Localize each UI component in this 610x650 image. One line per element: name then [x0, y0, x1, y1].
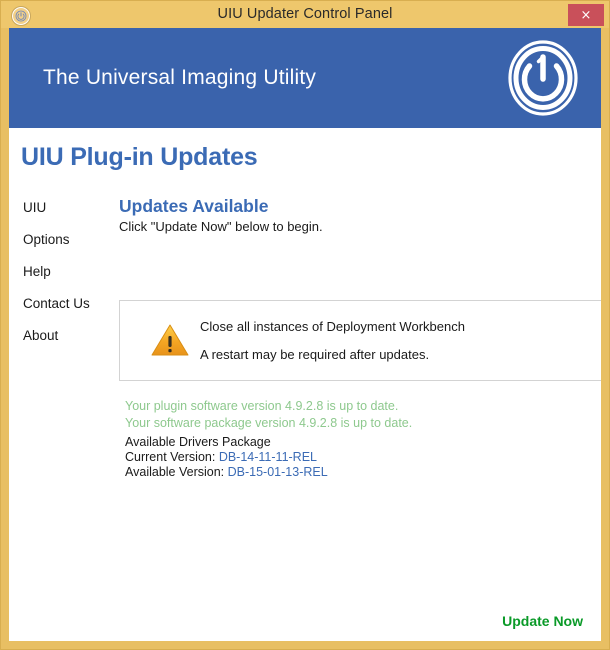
- warning-panel: Close all instances of Deployment Workbe…: [119, 300, 601, 381]
- sidebar-nav: UIU Options Help Contact Us About: [23, 200, 115, 360]
- client-area: The Universal Imaging Utility UIU Plug-i…: [9, 28, 601, 641]
- drivers-package-block: Available Drivers Package Current Versio…: [125, 435, 412, 480]
- current-version-row: Current Version: DB-14-11-11-REL: [125, 450, 412, 465]
- power-button-icon: [11, 6, 31, 26]
- updates-available-heading: Updates Available: [119, 196, 269, 216]
- window-title: UIU Updater Control Panel: [217, 6, 393, 22]
- title-bar: UIU Updater Control Panel ×: [1, 1, 609, 28]
- sidebar-item-uiu[interactable]: UIU: [23, 200, 115, 215]
- current-version-label: Current Version:: [125, 450, 216, 464]
- available-version-label: Available Version:: [125, 465, 225, 479]
- banner-title: The Universal Imaging Utility: [43, 66, 317, 89]
- plugin-version-status: Your plugin software version 4.9.2.8 is …: [125, 399, 399, 413]
- sidebar-item-about[interactable]: About: [23, 328, 115, 343]
- power-one-logo: [507, 39, 579, 122]
- warning-line-2: A restart may be required after updates.: [200, 347, 430, 362]
- main-content-header: Updates Available Click "Update Now" bel…: [119, 196, 591, 234]
- available-version-value: DB-15-01-13-REL: [227, 465, 328, 479]
- warning-triangle-icon: [150, 322, 190, 358]
- sidebar-item-contact-us[interactable]: Contact Us: [23, 296, 115, 311]
- warning-text-group: Close all instances of Deployment Workbe…: [200, 319, 465, 362]
- drivers-package-heading: Available Drivers Package: [125, 435, 271, 449]
- sidebar-item-help[interactable]: Help: [23, 264, 115, 279]
- application-window: UIU Updater Control Panel × The Universa…: [0, 0, 610, 650]
- update-now-button[interactable]: Update Now: [502, 613, 583, 629]
- close-button[interactable]: ×: [568, 4, 604, 26]
- status-text-group: Your plugin software version 4.9.2.8 is …: [125, 398, 412, 480]
- current-version-value: DB-14-11-11-REL: [218, 450, 317, 464]
- page-title: UIU Plug-in Updates: [21, 143, 258, 171]
- available-version-row: Available Version: DB-15-01-13-REL: [125, 465, 412, 480]
- warning-line-1: Close all instances of Deployment Workbe…: [200, 319, 465, 334]
- package-version-status: Your software package version 4.9.2.8 is…: [125, 416, 413, 430]
- sidebar-item-options[interactable]: Options: [23, 232, 115, 247]
- app-banner: The Universal Imaging Utility: [9, 28, 601, 128]
- updates-available-subtext: Click "Update Now" below to begin.: [119, 219, 323, 234]
